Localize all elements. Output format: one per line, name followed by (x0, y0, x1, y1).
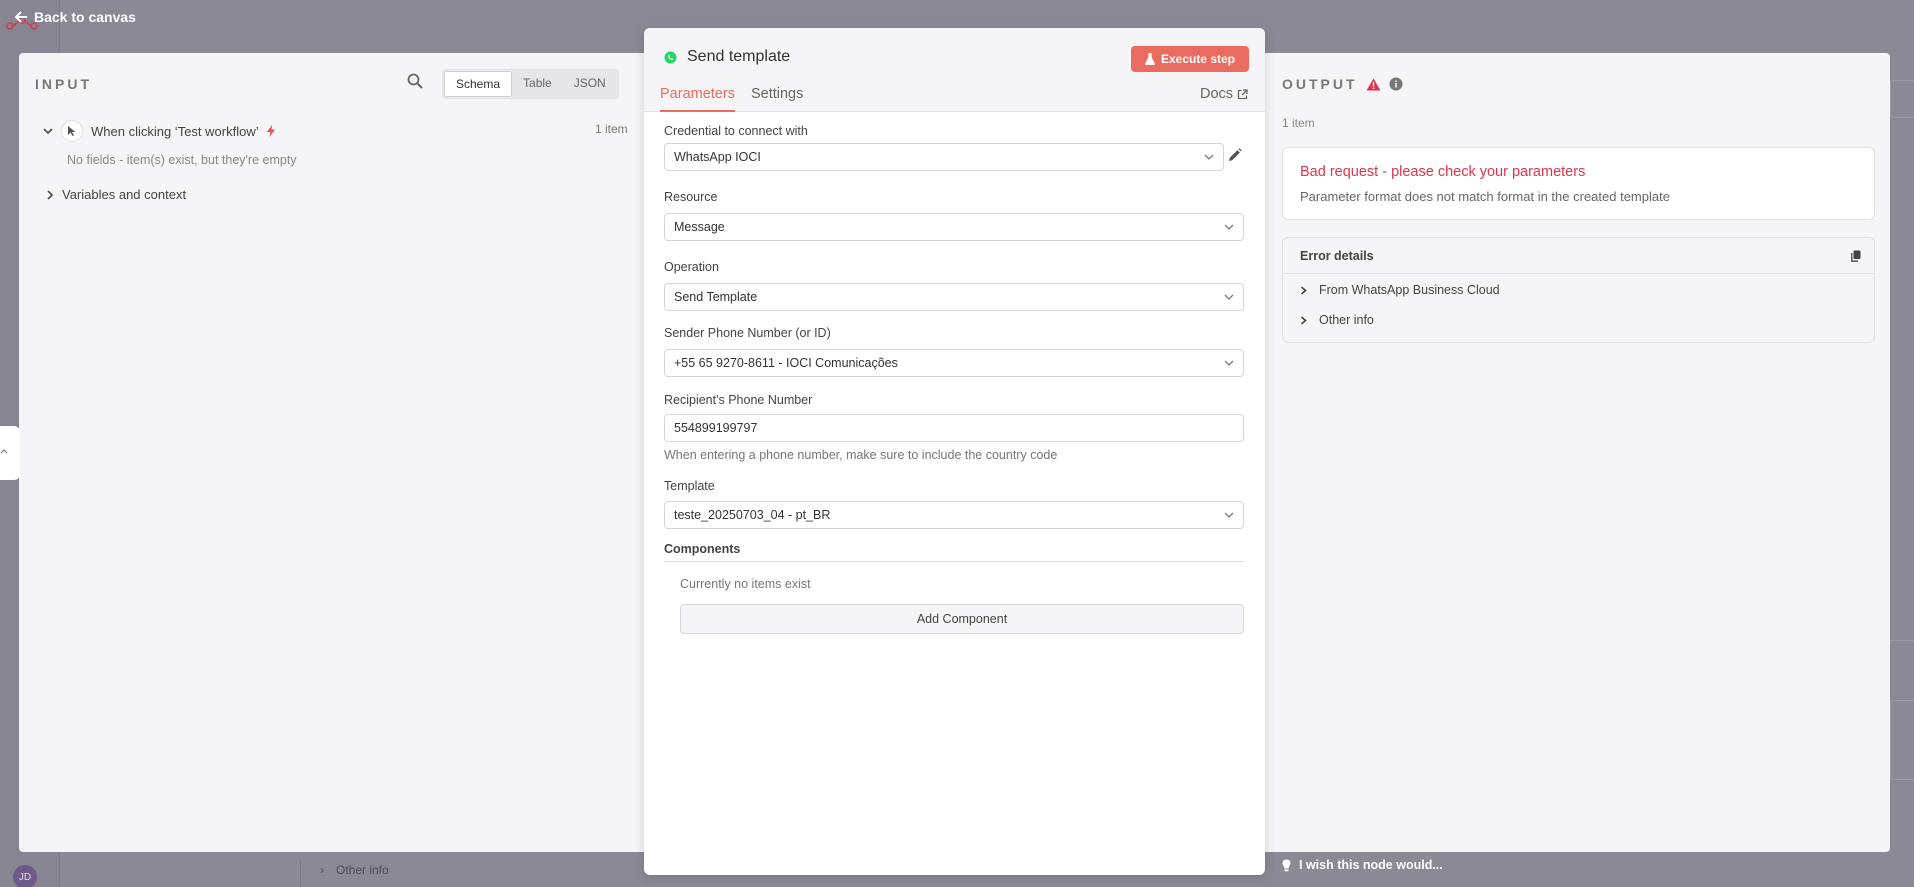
node-tabs: Parameters Settings (660, 86, 819, 112)
input-panel: INPUT Schema Table JSON When clicking ‘T… (19, 53, 645, 852)
detail-row-whatsapp[interactable]: From WhatsApp Business Cloud (1300, 283, 1500, 297)
view-mode-schema[interactable]: Schema (444, 71, 513, 97)
node-header: Send template Execute step Parameters Se… (644, 28, 1265, 112)
output-item-count: 1 item (1282, 116, 1315, 130)
sender-value: +55 65 9270-8611 - IOCI Comunicações (674, 356, 898, 370)
error-card: Bad request - please check your paramete… (1282, 147, 1875, 220)
canvas-other-info-label: Other info (336, 863, 389, 877)
chevron-down-icon (43, 126, 53, 136)
credential-label: Credential to connect with (664, 124, 808, 138)
input-item-count: 1 item (595, 122, 628, 136)
operation-select[interactable]: Send Template (664, 283, 1244, 311)
credential-select[interactable]: WhatsApp IOCI (664, 143, 1224, 171)
node-title[interactable]: Send template (687, 48, 790, 66)
node-settings-panel: Send template Execute step Parameters Se… (644, 28, 1265, 875)
arrow-left-icon (14, 10, 28, 24)
canvas-right-panel (1890, 700, 1914, 780)
input-panel-title: INPUT (35, 76, 92, 92)
chevron-right-icon (46, 189, 54, 200)
detail-row-label: From WhatsApp Business Cloud (1319, 283, 1500, 297)
lightbulb-icon (1282, 859, 1291, 872)
feedback-link[interactable]: I wish this node would... (1282, 858, 1443, 872)
resource-label: Resource (664, 190, 718, 204)
recipient-hint: When entering a phone number, make sure … (664, 448, 1058, 462)
arrow-up-icon (0, 448, 8, 458)
template-value: teste_20250703_04 - pt_BR (674, 508, 831, 522)
empty-fields-note: No fields - item(s) exist, but they're e… (67, 153, 297, 167)
error-title: Bad request - please check your paramete… (1300, 164, 1586, 180)
docs-label: Docs (1200, 86, 1234, 102)
external-link-icon (1237, 88, 1248, 100)
user-avatar[interactable]: JD (13, 865, 37, 887)
add-component-button[interactable]: Add Component (680, 604, 1244, 634)
recipient-label: Recipient's Phone Number (664, 393, 813, 407)
chevron-down-icon (1224, 360, 1234, 367)
components-empty-note: Currently no items exist (680, 577, 811, 591)
copy-icon (1851, 250, 1861, 262)
whatsapp-icon (664, 51, 677, 64)
components-divider (664, 561, 1244, 562)
view-mode-table[interactable]: Table (512, 71, 563, 97)
execute-step-label: Execute step (1160, 52, 1236, 66)
sender-select[interactable]: +55 65 9270-8611 - IOCI Comunicações (664, 349, 1244, 377)
variables-context-label: Variables and context (62, 187, 187, 202)
variables-context-row[interactable]: Variables and context (46, 187, 186, 202)
components-label: Components (664, 542, 741, 556)
chevron-down-icon (1224, 294, 1234, 301)
resource-select[interactable]: Message (664, 213, 1244, 241)
lightning-icon (266, 125, 275, 137)
template-select[interactable]: teste_20250703_04 - pt_BR (664, 501, 1244, 529)
template-label: Template (664, 479, 715, 493)
chevron-down-icon (1224, 224, 1234, 231)
view-mode-json[interactable]: JSON (563, 71, 617, 97)
back-to-canvas-link[interactable]: Back to canvas (14, 9, 136, 25)
error-details-title: Error details (1300, 249, 1374, 263)
detail-row-label: Other info (1319, 313, 1374, 327)
output-title-row: OUTPUT (1282, 76, 1403, 92)
recipient-phone-input[interactable] (664, 414, 1244, 442)
execute-step-button[interactable]: Execute step (1131, 46, 1249, 72)
pencil-icon (1228, 148, 1242, 162)
error-details-card: Error details From WhatsApp Business Clo… (1282, 237, 1875, 343)
copy-error-button[interactable] (1851, 250, 1861, 262)
chevron-right-icon: › (320, 863, 324, 877)
edit-credential-button[interactable] (1228, 148, 1242, 162)
canvas-other-info: › Other info (320, 863, 389, 877)
info-icon[interactable] (1389, 77, 1403, 91)
chevron-right-icon (1300, 315, 1307, 325)
canvas-divider (300, 860, 301, 887)
sender-label: Sender Phone Number (or ID) (664, 326, 831, 340)
docs-link[interactable]: Docs (1200, 86, 1248, 102)
canvas-right-divider (1890, 640, 1914, 641)
chevron-down-icon (1224, 512, 1234, 519)
resource-value: Message (674, 220, 725, 234)
credential-value: WhatsApp IOCI (674, 150, 761, 164)
node-title-row: Send template (664, 48, 790, 66)
cursor-click-icon (61, 120, 83, 142)
operation-label: Operation (664, 260, 719, 274)
trigger-node-row[interactable]: When clicking ‘Test workflow’ (43, 120, 275, 142)
warning-icon (1366, 78, 1381, 91)
trigger-node-name: When clicking ‘Test workflow’ (91, 123, 259, 139)
error-details-header: Error details (1283, 238, 1874, 274)
detail-row-other-info[interactable]: Other info (1300, 313, 1374, 327)
back-to-canvas-label: Back to canvas (34, 9, 136, 25)
operation-value: Send Template (674, 290, 758, 304)
error-description: Parameter format does not match format i… (1300, 189, 1670, 204)
feedback-label: I wish this node would... (1299, 858, 1443, 872)
output-panel-title: OUTPUT (1282, 76, 1358, 92)
search-button[interactable] (407, 73, 423, 89)
tab-settings[interactable]: Settings (751, 86, 803, 112)
flask-icon (1145, 53, 1155, 65)
view-mode-toggle: Schema Table JSON (442, 69, 619, 99)
canvas-right-element (1890, 80, 1914, 118)
chevron-down-icon (1204, 154, 1214, 161)
chevron-right-icon (1300, 285, 1307, 295)
search-icon (407, 73, 423, 89)
tab-parameters[interactable]: Parameters (660, 86, 735, 112)
panel-drag-handle[interactable] (0, 426, 20, 480)
